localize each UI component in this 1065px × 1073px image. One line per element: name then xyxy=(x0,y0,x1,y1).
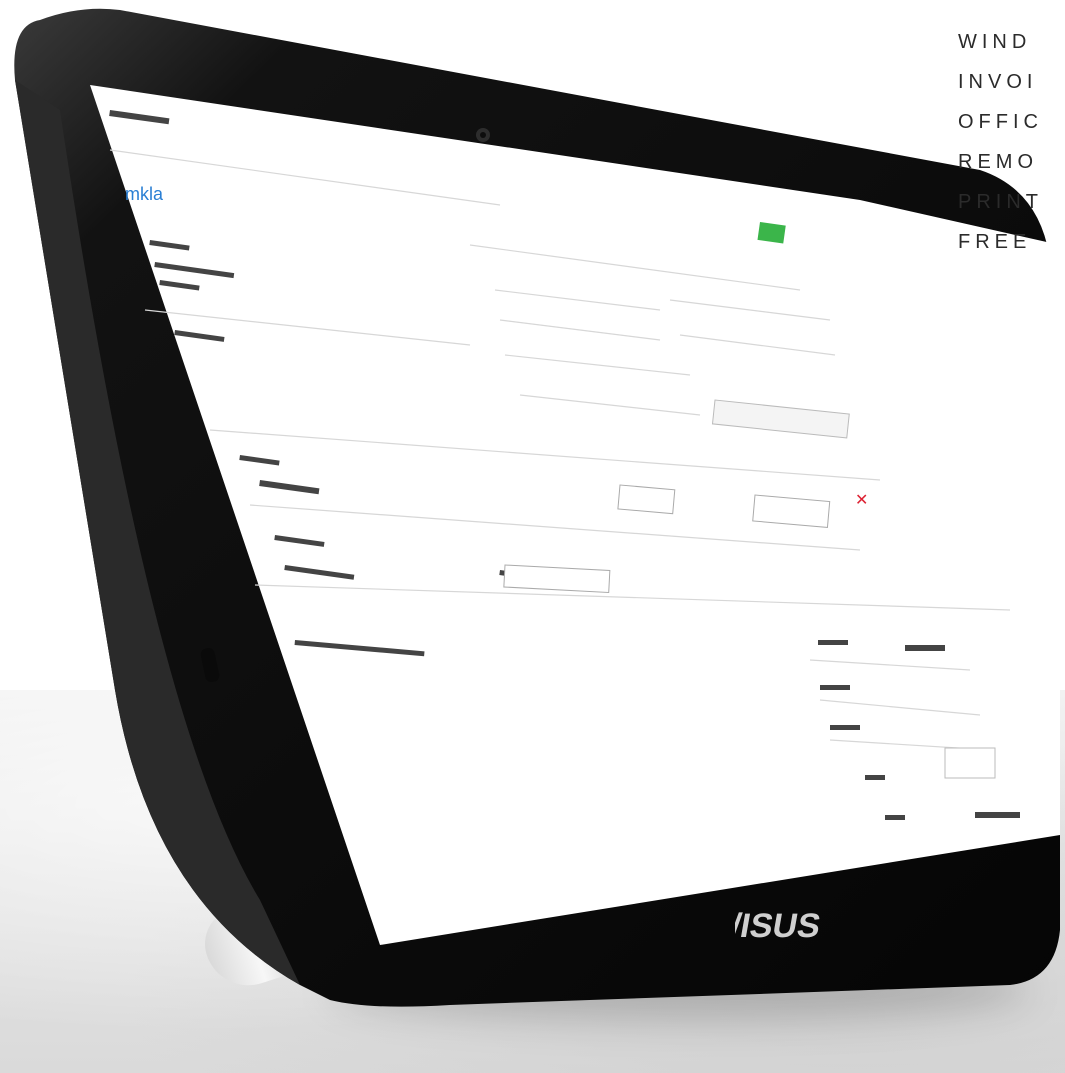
tagline-item: WIND xyxy=(958,31,1032,53)
asus-logo: /ISUS xyxy=(735,907,823,945)
svg-text:mkla: mkla xyxy=(125,184,164,204)
svg-text:✕: ✕ xyxy=(855,492,868,509)
feature-tagline-list: WIND INVOI OFFIC REMO PRINT FREE xyxy=(958,22,1043,262)
tagline-item: REMO xyxy=(958,151,1038,173)
green-action-button[interactable] xyxy=(757,222,786,244)
brand-logo-text: /ISUS xyxy=(735,907,823,945)
screen-content: mkla ✕ xyxy=(109,110,1020,820)
tagline-item: FREE xyxy=(958,231,1032,253)
tagline-item: INVOI xyxy=(958,71,1038,93)
tagline-item: PRINT xyxy=(958,191,1043,213)
tagline-item: OFFIC xyxy=(958,111,1043,133)
